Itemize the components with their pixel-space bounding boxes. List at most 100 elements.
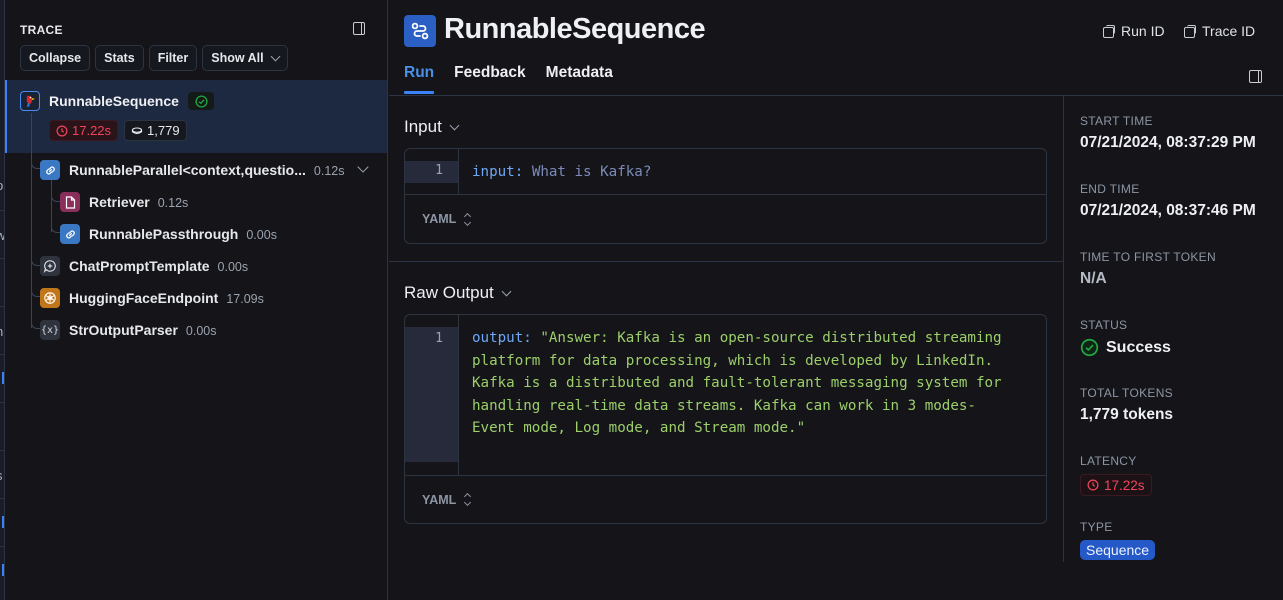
end-time: END TIME 07/21/2024, 08:37:46 PM bbox=[1080, 182, 1256, 219]
node-name: RunnablePassthrough bbox=[89, 226, 239, 242]
run-content: Input 1 input: What is Kafka? YAML Raw O… bbox=[389, 96, 1063, 600]
total-tokens-value: 1,779 tokens bbox=[1080, 406, 1174, 423]
trace-toolbar: Collapse Stats Filter Show All bbox=[20, 45, 288, 71]
copy-run-id-button[interactable]: Run ID bbox=[1103, 23, 1165, 39]
node-duration: 0.00s bbox=[217, 260, 249, 274]
status: STATUS Success bbox=[1080, 318, 1171, 357]
node-name: Retriever bbox=[89, 194, 150, 210]
trace-node-str-output-parser[interactable]: {x} StrOutputParser 0.00s bbox=[5, 315, 387, 345]
success-status-icon bbox=[188, 92, 214, 110]
output-section-toggle[interactable]: Raw Output bbox=[404, 283, 512, 303]
copy-icon bbox=[1103, 25, 1115, 38]
start-time: START TIME 07/21/2024, 08:37:29 PM bbox=[1080, 114, 1256, 151]
status-value: Success bbox=[1106, 338, 1171, 356]
line-number: 1 bbox=[435, 163, 443, 178]
yaml-key: input bbox=[472, 164, 515, 180]
run-type: TYPE Sequence bbox=[1080, 520, 1156, 560]
yaml-value: "Answer: Kafka is an open-source distrib… bbox=[472, 330, 1011, 436]
start-time-value: 07/21/2024, 08:37:29 PM bbox=[1080, 134, 1256, 151]
parrot-icon bbox=[20, 91, 40, 111]
tab-run[interactable]: Run bbox=[404, 64, 435, 94]
yaml-value: What is Kafka? bbox=[531, 164, 652, 180]
token-count-badge: 1,779 bbox=[124, 120, 187, 141]
trace-node-runnable-passthrough[interactable]: RunnablePassthrough 0.00s bbox=[5, 219, 387, 249]
chevron-up-down-icon bbox=[464, 212, 472, 226]
line-gutter: 1 bbox=[405, 315, 459, 475]
chevron-up-down-icon bbox=[464, 492, 472, 507]
success-check-icon bbox=[1080, 338, 1099, 357]
node-duration: 17.09s bbox=[226, 292, 264, 306]
root-node-stats: 17.22s 1,779 bbox=[49, 120, 187, 141]
node-duration: 0.00s bbox=[246, 228, 277, 242]
node-name: HuggingFaceEndpoint bbox=[69, 290, 219, 306]
trace-node-chat-prompt-template[interactable]: ChatPromptTemplate 0.00s bbox=[5, 251, 387, 281]
trace-node-runnable-parallel[interactable]: RunnableParallel<context,questio... 0.12s bbox=[5, 155, 387, 185]
node-duration: 0.00s bbox=[185, 324, 217, 338]
node-name: RunnableParallel<context,questio... bbox=[69, 162, 306, 178]
format-label: YAML bbox=[422, 492, 457, 507]
total-tokens: TOTAL TOKENS 1,779 tokens bbox=[1080, 386, 1174, 423]
copy-icon bbox=[1184, 25, 1196, 38]
yaml-key: output bbox=[472, 330, 524, 346]
chat-plus-icon bbox=[40, 256, 60, 276]
line-gutter: 1 bbox=[405, 149, 459, 194]
trace-panel: TRACE Collapse Stats Filter Show All Run… bbox=[5, 0, 388, 600]
chevron-down-icon[interactable] bbox=[357, 161, 369, 173]
latency: LATENCY 17.22s bbox=[1080, 454, 1152, 496]
node-name: StrOutputParser bbox=[69, 322, 178, 338]
root-node-name: RunnableSequence bbox=[49, 93, 179, 109]
node-duration: 0.12s bbox=[157, 196, 189, 210]
input-section-title: Input bbox=[404, 117, 442, 136]
collapse-button[interactable]: Collapse bbox=[20, 45, 91, 71]
variable-icon: {x} bbox=[40, 320, 60, 340]
output-code-box: 1 output: "Answer: Kafka is an open-sour… bbox=[404, 314, 1047, 524]
tab-feedback[interactable]: Feedback bbox=[454, 64, 526, 92]
link-icon bbox=[60, 224, 80, 244]
clock-icon bbox=[1087, 479, 1099, 491]
trace-root-node[interactable]: RunnableSequence 17.22s 1,779 bbox=[5, 80, 387, 153]
format-selector[interactable]: YAML bbox=[405, 476, 1046, 523]
coins-icon bbox=[131, 126, 143, 134]
node-name: ChatPromptTemplate bbox=[69, 258, 210, 274]
stats-button[interactable]: Stats bbox=[95, 45, 144, 71]
output-code[interactable]: output: "Answer: Kafka is an open-source… bbox=[459, 315, 1046, 475]
chevron-down-icon bbox=[501, 286, 512, 296]
document-icon bbox=[60, 192, 80, 212]
trace-node-hugging-face-endpoint[interactable]: HuggingFaceEndpoint 17.09s bbox=[5, 283, 387, 313]
node-duration: 0.12s bbox=[313, 164, 345, 178]
details-panel-toggle-icon[interactable] bbox=[1249, 70, 1262, 83]
copy-trace-id-button[interactable]: Trace ID bbox=[1184, 23, 1255, 39]
filter-button[interactable]: Filter bbox=[148, 45, 198, 71]
input-code-box: 1 input: What is Kafka? YAML bbox=[404, 148, 1047, 244]
chevron-down-icon bbox=[449, 120, 460, 130]
app-root: p w \ n t s TRACE Collapse Stats Filter … bbox=[0, 0, 1283, 600]
format-selector[interactable]: YAML bbox=[405, 195, 1046, 243]
show-all-dropdown[interactable]: Show All bbox=[202, 45, 288, 71]
meta-divider bbox=[1063, 96, 1064, 562]
sidebar-toggle-icon[interactable] bbox=[353, 22, 365, 35]
llm-icon bbox=[40, 288, 60, 308]
latency-badge: 17.22s bbox=[49, 120, 119, 141]
line-number: 1 bbox=[435, 331, 443, 346]
section-divider bbox=[389, 261, 1063, 262]
clock-icon bbox=[56, 125, 68, 136]
type-badge: Sequence bbox=[1080, 540, 1156, 560]
time-to-first-token: TIME TO FIRST TOKEN N/A bbox=[1080, 250, 1216, 287]
trace-node-retriever[interactable]: Retriever 0.12s bbox=[5, 187, 387, 217]
input-code[interactable]: input: What is Kafka? bbox=[459, 149, 1046, 194]
ttft-value: N/A bbox=[1080, 270, 1107, 287]
format-label: YAML bbox=[422, 212, 457, 226]
tab-metadata[interactable]: Metadata bbox=[546, 64, 613, 92]
input-section-toggle[interactable]: Input bbox=[404, 117, 460, 137]
run-tabs: Run Feedback Metadata bbox=[404, 64, 613, 94]
output-section-title: Raw Output bbox=[404, 283, 494, 302]
trace-tree: RunnableSequence 17.22s 1,779 RunnablePa… bbox=[5, 80, 387, 340]
sequence-icon bbox=[404, 15, 436, 47]
end-time-value: 07/21/2024, 08:37:46 PM bbox=[1080, 202, 1256, 219]
trace-title: TRACE bbox=[20, 23, 63, 37]
run-title: RunnableSequence bbox=[444, 13, 706, 45]
run-detail-panel: RunnableSequence Run ID Trace ID Run Fee… bbox=[389, 0, 1283, 600]
link-icon bbox=[40, 160, 60, 180]
latency-badge: 17.22s bbox=[1080, 474, 1152, 496]
chevron-down-icon bbox=[270, 51, 281, 61]
